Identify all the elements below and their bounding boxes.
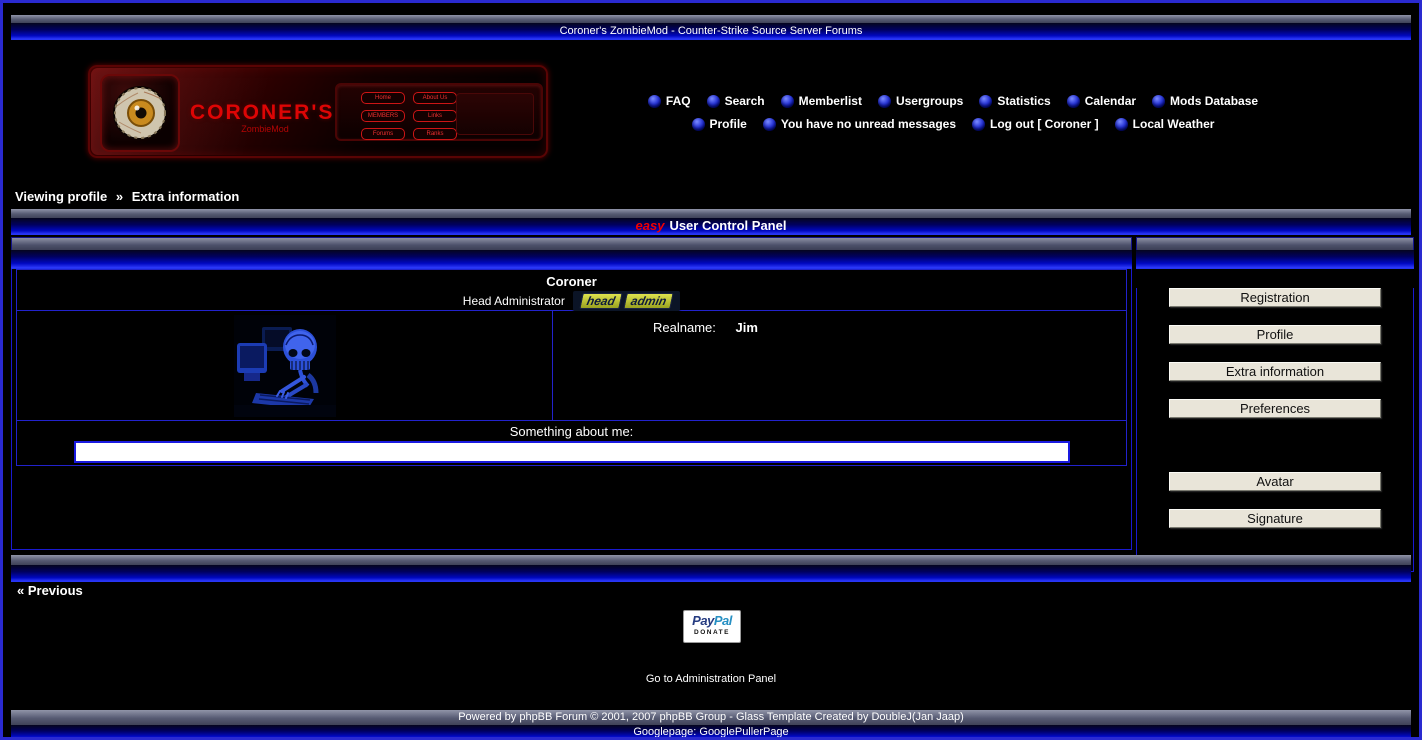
realname-value: Jim <box>736 320 758 335</box>
profile-panel-body: Coroner Head Administrator head admin <box>11 269 1132 550</box>
logo-brand-subtitle: ZombieMod <box>190 124 340 134</box>
logo-menu-members[interactable]: MEMBERS <box>361 110 405 122</box>
head-admin-badge: head admin <box>573 291 680 311</box>
title-bar-grey-strip <box>11 15 1411 23</box>
top-nav-row-2: Profile You have no unread messages Log … <box>593 114 1313 134</box>
breadcrumb: Viewing profile » Extra information <box>15 189 244 204</box>
sidebar-button-signature[interactable]: Signature <box>1169 509 1381 528</box>
nav-link-usergroups[interactable]: Usergroups <box>878 94 963 108</box>
sidebar-button-registration[interactable]: Registration <box>1169 288 1381 307</box>
skeleton-at-computer-image <box>234 315 336 417</box>
eyeball-icon <box>111 84 169 142</box>
ucp-bar-blue-strip: easy User Control Panel <box>11 218 1411 235</box>
profile-rank-line: Head Administrator head admin <box>17 291 1126 311</box>
sidebar-button-preferences[interactable]: Preferences <box>1169 399 1381 418</box>
profile-detail-row: Realname: Jim <box>17 311 1126 421</box>
blue-sphere-icon <box>763 118 776 131</box>
top-nav: FAQ Search Memberlist Usergroups Statist… <box>593 91 1313 137</box>
sidebar-button-avatar[interactable]: Avatar <box>1169 472 1381 491</box>
blue-sphere-icon <box>1115 118 1128 131</box>
badge-word-head: head <box>579 293 622 309</box>
profile-table: Coroner Head Administrator head admin <box>16 269 1127 466</box>
blue-sphere-icon <box>972 118 985 131</box>
nav-link-statistics[interactable]: Statistics <box>979 94 1050 108</box>
site-title-bar: Coroner's ZombieMod - Counter-Strike Sou… <box>11 15 1411 40</box>
nav-link-logout[interactable]: Log out [ Coroner ] <box>972 117 1099 131</box>
ucp-sidebar-panel: Registration Profile Extra information P… <box>1136 237 1414 572</box>
logo-menu-forums[interactable]: Forums <box>361 128 405 140</box>
blue-sphere-icon <box>692 118 705 131</box>
footer-blue-strip: Googlepage: GooglePullerPage <box>11 725 1411 740</box>
nav-link-messages[interactable]: You have no unread messages <box>763 117 956 131</box>
blue-sphere-icon <box>648 95 661 108</box>
sidebar-header-grey <box>1136 237 1414 250</box>
blue-sphere-icon <box>979 95 992 108</box>
about-row: Something about me: <box>17 421 1126 465</box>
breadcrumb-section[interactable]: Viewing profile <box>15 189 107 204</box>
closing-bar-blue-strip <box>11 565 1411 582</box>
logo-eye-box <box>100 74 180 152</box>
page-root: Coroner's ZombieMod - Counter-Strike Sou… <box>0 0 1422 740</box>
ucp-bar-grey-strip <box>11 209 1411 218</box>
sidebar-body: Registration Profile Extra information P… <box>1136 288 1414 572</box>
site-logo-banner[interactable]: CORONER'S ZombieMod Home About Us MEMBER… <box>88 65 548 158</box>
logo-mini-menu-grid: Home About Us MEMBERS Links Forums Ranks <box>361 92 457 140</box>
site-title: Coroner's ZombieMod - Counter-Strike Sou… <box>11 23 1411 39</box>
blue-sphere-icon <box>781 95 794 108</box>
profile-rank: Head Administrator <box>463 294 565 308</box>
nav-link-local-weather[interactable]: Local Weather <box>1115 117 1215 131</box>
profile-panel-header-blue <box>11 250 1132 269</box>
profile-identity-row: Coroner Head Administrator head admin <box>17 270 1126 311</box>
realname-cell: Realname: Jim <box>553 311 1126 420</box>
logo-menu-about[interactable]: About Us <box>413 92 457 104</box>
nav-link-calendar[interactable]: Calendar <box>1067 94 1136 108</box>
blue-sphere-icon <box>1152 95 1165 108</box>
ucp-title-text: User Control Panel <box>669 218 786 233</box>
ucp-header-title: easy User Control Panel <box>11 218 1411 234</box>
footer-grey-strip: Powered by phpBB Forum © 2001, 2007 phpB… <box>11 710 1411 725</box>
previous-link[interactable]: « Previous <box>17 583 83 598</box>
footer-credits: Powered by phpBB Forum © 2001, 2007 phpB… <box>11 710 1411 725</box>
about-label: Something about me: <box>17 424 1126 439</box>
ucp-header-bar: easy User Control Panel <box>11 209 1411 235</box>
content-closing-bar <box>11 555 1411 582</box>
admin-panel-link[interactable]: Go to Administration Panel <box>3 673 1419 685</box>
profile-username: Coroner <box>17 274 1126 289</box>
nav-link-faq[interactable]: FAQ <box>648 94 691 108</box>
sidebar-button-extra-information[interactable]: Extra information <box>1169 362 1381 381</box>
badge-word-admin: admin <box>623 293 674 309</box>
sidebar-button-profile[interactable]: Profile <box>1169 325 1381 344</box>
top-nav-row-1: FAQ Search Memberlist Usergroups Statist… <box>593 91 1313 111</box>
paypal-donate-button[interactable]: PayPal DONATE <box>683 610 741 643</box>
profile-panel-header-grey <box>11 237 1132 250</box>
closing-bar-grey-strip <box>11 555 1411 565</box>
paypal-donate-label: DONATE <box>684 629 740 636</box>
paypal-logo: PayPal <box>684 613 740 628</box>
profile-panel: Coroner Head Administrator head admin <box>11 237 1132 550</box>
logo-mini-menu: Home About Us MEMBERS Links Forums Ranks <box>335 83 543 141</box>
footer-bar: Powered by phpBB Forum © 2001, 2007 phpB… <box>11 710 1411 740</box>
blue-sphere-icon <box>878 95 891 108</box>
ucp-accent: easy <box>636 218 665 233</box>
footer-googlepage[interactable]: Googlepage: GooglePullerPage <box>11 725 1411 740</box>
logo-menu-links[interactable]: Links <box>413 110 457 122</box>
about-me-input[interactable] <box>74 441 1070 463</box>
nav-link-profile[interactable]: Profile <box>692 117 747 131</box>
logo-menu-ranks[interactable]: Ranks <box>413 128 457 140</box>
nav-link-search[interactable]: Search <box>707 94 765 108</box>
logo-menu-home[interactable]: Home <box>361 92 405 104</box>
blue-sphere-icon <box>1067 95 1080 108</box>
breadcrumb-separator: » <box>116 189 123 204</box>
avatar-cell <box>17 311 553 420</box>
breadcrumb-current[interactable]: Extra information <box>132 189 240 204</box>
sidebar-header-blue <box>1136 250 1414 269</box>
nav-link-memberlist[interactable]: Memberlist <box>781 94 862 108</box>
blue-sphere-icon <box>707 95 720 108</box>
realname-label: Realname: <box>653 320 716 335</box>
title-bar-blue-strip: Coroner's ZombieMod - Counter-Strike Sou… <box>11 23 1411 40</box>
logo-menu-empty-box <box>456 93 534 135</box>
nav-link-mods-database[interactable]: Mods Database <box>1152 94 1258 108</box>
